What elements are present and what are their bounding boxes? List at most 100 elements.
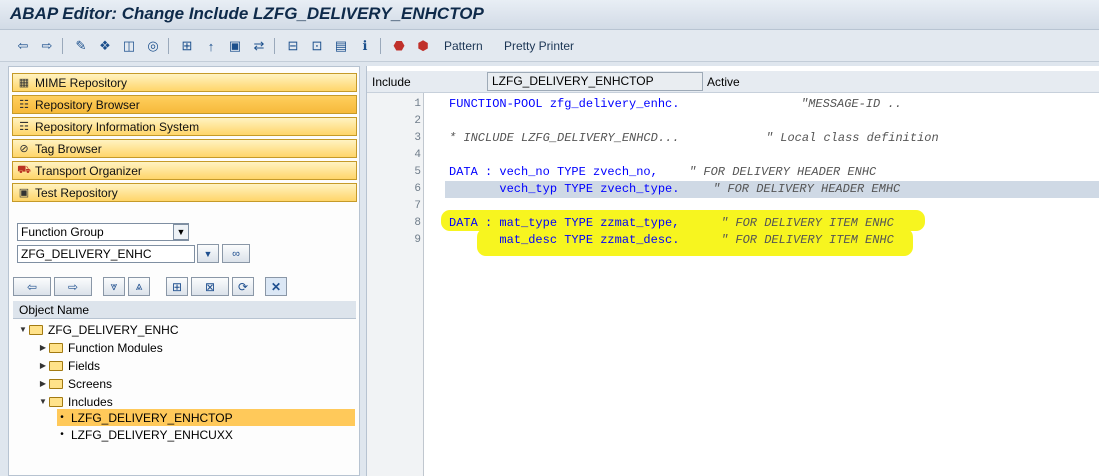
code-comment: * INCLUDE LZFG_DELIVERY_ENHCD... " Local…: [449, 131, 939, 145]
display-object-icon[interactable]: ▣: [226, 37, 244, 55]
line-number: 3: [414, 132, 421, 144]
hierarchy-icon[interactable]: ⊞: [178, 37, 196, 55]
tree-node-label: Fields: [68, 358, 101, 373]
code-line[interactable]: DATA : vech_no TYPE zvech_no, " FOR DELIV…: [449, 164, 876, 181]
tree-node-fields[interactable]: ▶ Fields: [37, 357, 100, 374]
chevron-down-icon[interactable]: ▼: [173, 224, 189, 240]
activate-icon[interactable]: ❖: [96, 37, 114, 55]
tree-root-node[interactable]: ▼ ZFG_DELIVERY_ENHC: [17, 321, 178, 338]
expand-icon: ⩓: [135, 279, 143, 293]
chevron-down-icon: ▼: [203, 248, 213, 259]
pretty-printer-button[interactable]: Pretty Printer: [504, 39, 574, 53]
object-name-input[interactable]: ZFG_DELIVERY_ENHC: [17, 245, 195, 263]
toolbar-separator: [168, 38, 169, 54]
breakpoint-icon[interactable]: ↑: [202, 37, 220, 55]
tree-node-include-uxx[interactable]: • LZFG_DELIVERY_ENHCUXX: [57, 426, 233, 443]
folder-open-icon: [29, 324, 43, 335]
chevron-right-icon[interactable]: ▶: [37, 361, 49, 370]
help-icon[interactable]: ℹ: [356, 37, 374, 55]
code-line[interactable]: vech_typ TYPE zvech_type. " FOR DELIVERY …: [449, 181, 900, 198]
find-icon[interactable]: ⊡: [308, 37, 326, 55]
tag-icon: ⊘: [19, 143, 29, 155]
window-title: ABAP Editor: Change Include LZFG_DELIVER…: [10, 4, 484, 23]
nav-label: Repository Browser: [35, 97, 140, 112]
object-name-column-header: Object Name: [13, 301, 356, 319]
nav-repository-browser[interactable]: ☷ Repository Browser: [12, 95, 357, 114]
tree-node-screens[interactable]: ▶ Screens: [37, 375, 112, 392]
tree-node-label: Includes: [68, 394, 113, 409]
code-line[interactable]: DATA : mat_type TYPE zzmat_type, " FOR DE…: [449, 215, 894, 232]
line-number: 1: [414, 98, 421, 110]
back-arrow-icon[interactable]: ⇦: [14, 37, 32, 55]
chevron-right-icon[interactable]: ▶: [37, 343, 49, 352]
rename-icon[interactable]: ⬢: [414, 37, 432, 55]
code-line[interactable]: mat_desc TYPE zzmat_desc. " FOR DELIVERY …: [449, 232, 893, 249]
chevron-down-icon[interactable]: ▼: [37, 397, 49, 406]
object-name-dropdown-button[interactable]: ▼: [197, 244, 219, 263]
refresh-button[interactable]: ⟳: [232, 277, 254, 296]
nav-mime-repository[interactable]: ▦ MIME Repository: [12, 73, 357, 92]
forward-arrow-icon[interactable]: ⇨: [38, 37, 56, 55]
code-comment: " FOR DELIVERY HEADER ENHC: [689, 165, 877, 179]
nav-test-repository[interactable]: ▣ Test Repository: [12, 183, 357, 202]
tree-node-label: LZFG_DELIVERY_ENHCTOP: [71, 410, 233, 425]
nav-label: Test Repository: [35, 185, 118, 200]
code-comment: " FOR DELIVERY ITEM ENHC: [721, 216, 894, 230]
object-list-icon[interactable]: ◎: [144, 37, 162, 55]
info-icon[interactable]: ▤: [332, 37, 350, 55]
tree-node-label: Function Modules: [68, 340, 163, 355]
chevron-down-icon[interactable]: ▼: [17, 325, 29, 334]
folder-icon: [49, 378, 63, 389]
test-icon: ▣: [18, 187, 30, 199]
where-used-icon[interactable]: ◫: [120, 37, 138, 55]
nav-repository-information-system[interactable]: ☶ Repository Information System: [12, 117, 357, 136]
pencil-check-icon[interactable]: ✎: [72, 37, 90, 55]
toolbar-separator: [274, 38, 275, 54]
tree-node-label: Screens: [68, 376, 113, 391]
collapse-all-button[interactable]: ⩔: [103, 277, 125, 296]
line-number: 4: [414, 149, 421, 161]
toolbar-separator: [380, 38, 381, 54]
structure-icon[interactable]: ⊟: [284, 37, 302, 55]
tree-node-label: ZFG_DELIVERY_ENHC: [48, 322, 179, 337]
nav-tag-browser[interactable]: ⊘ Tag Browser: [12, 139, 357, 158]
close-button[interactable]: ✕: [265, 277, 287, 296]
bullet-icon: •: [60, 412, 64, 423]
tree-node-function-modules[interactable]: ▶ Function Modules: [37, 339, 163, 356]
include-name-field: LZFG_DELIVERY_ENHCTOP: [487, 72, 703, 91]
hierarchy-button[interactable]: ⊞: [166, 277, 188, 296]
tree-forward-button[interactable]: ⇨: [54, 277, 92, 296]
code-line[interactable]: FUNCTION-POOL zfg_delivery_enhc. "MESSAGE…: [449, 96, 902, 113]
glasses-icon: ∞: [232, 247, 240, 260]
tree-node-include-top[interactable]: • LZFG_DELIVERY_ENHCTOP: [57, 409, 355, 426]
line-number: 7: [414, 200, 421, 212]
collapse-icon: ⩔: [110, 279, 118, 293]
code-comment: " FOR DELIVERY ITEM ENHC: [721, 233, 894, 247]
object-type-select[interactable]: Function Group: [17, 223, 189, 241]
navigate-icon[interactable]: ⇄: [250, 37, 268, 55]
code-text: DATA : mat_type TYPE zzmat_type,: [449, 216, 680, 230]
code-comment: "MESSAGE-ID ..: [801, 97, 902, 111]
nav-transport-organizer[interactable]: ⛟ Transport Organizer: [12, 161, 357, 180]
nav-label: Repository Information System: [35, 119, 200, 134]
toolbar-separator: [62, 38, 63, 54]
settings-button[interactable]: ⊠: [191, 277, 229, 296]
close-icon: ✕: [270, 279, 282, 294]
code-text: FUNCTION-POOL zfg_delivery_enhc.: [449, 97, 680, 111]
tree-node-label: LZFG_DELIVERY_ENHCUXX: [71, 427, 233, 442]
back-arrow-icon: ⇦: [26, 279, 38, 294]
code-text: mat_desc TYPE zzmat_desc.: [449, 233, 680, 247]
delete-icon[interactable]: ⬣: [390, 37, 408, 55]
pattern-button[interactable]: Pattern: [444, 39, 483, 53]
chevron-right-icon[interactable]: ▶: [37, 379, 49, 388]
tree-node-includes[interactable]: ▼ Includes: [37, 393, 113, 410]
code-line[interactable]: * INCLUDE LZFG_DELIVERY_ENHCD... " Local…: [449, 130, 939, 147]
expand-all-button[interactable]: ⩓: [128, 277, 150, 296]
line-number: 6: [414, 183, 421, 195]
display-glasses-button[interactable]: ∞: [222, 244, 250, 263]
include-status: Active: [707, 75, 740, 89]
truck-icon: ⛟: [17, 163, 31, 176]
bullet-icon: •: [60, 429, 64, 440]
code-text: DATA : vech_no TYPE zvech_no,: [449, 165, 658, 179]
tree-back-button[interactable]: ⇦: [13, 277, 51, 296]
